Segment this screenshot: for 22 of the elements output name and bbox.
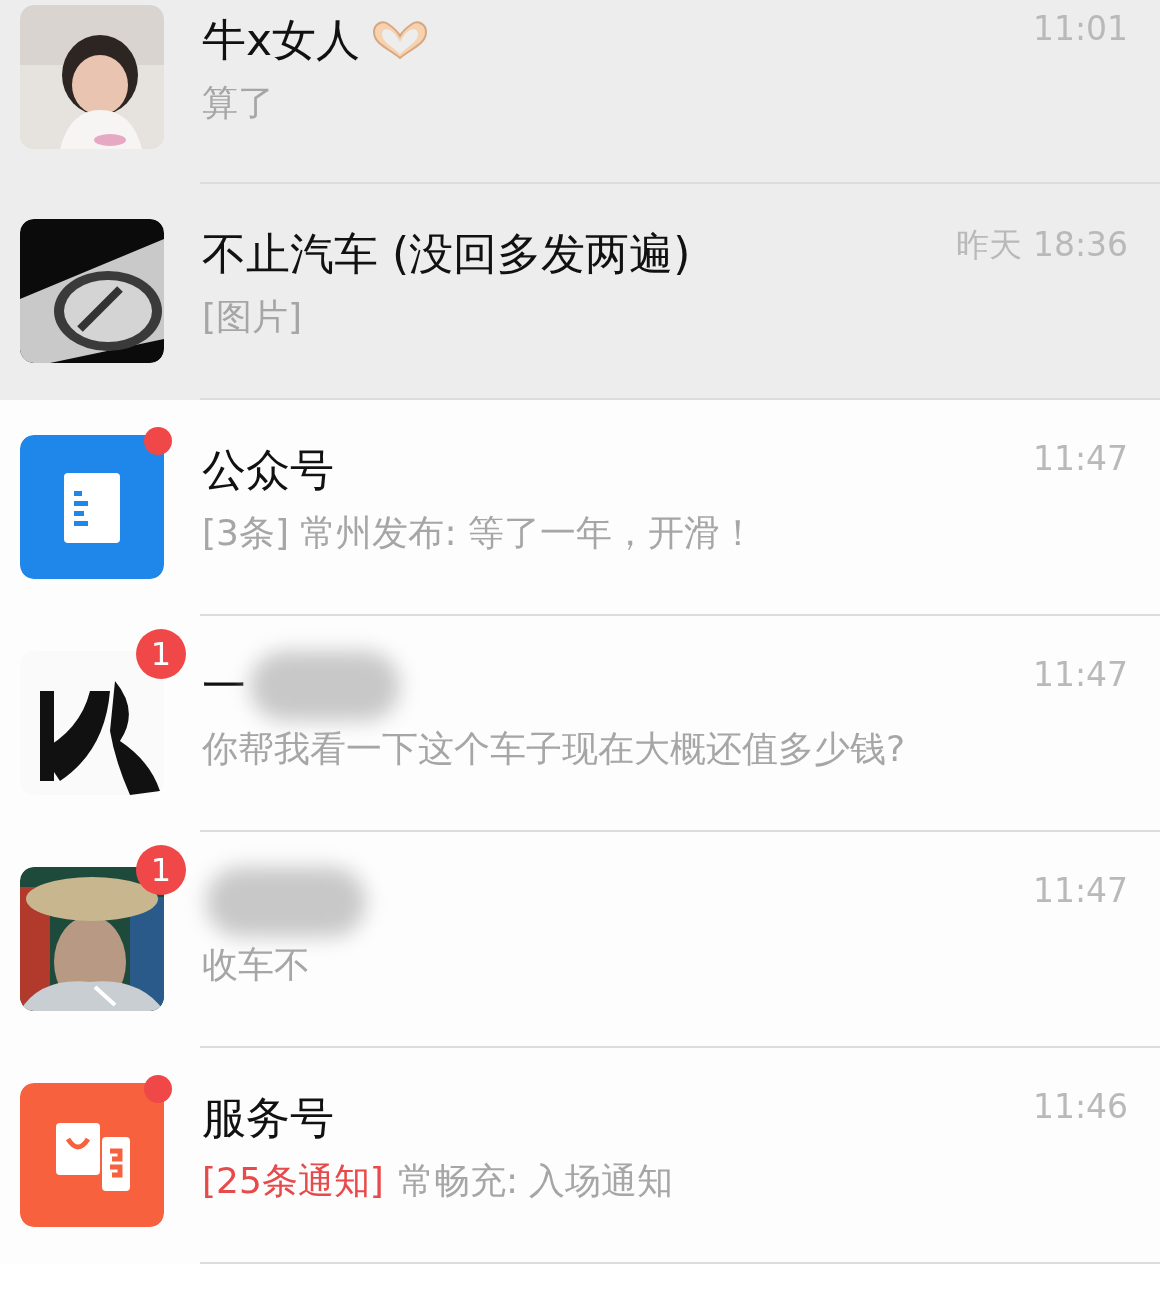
chat-name: 公众号 xyxy=(202,442,334,497)
unread-dot xyxy=(144,427,172,455)
message-preview: 常畅充: 入场通知 xyxy=(397,1159,674,1203)
message-time: 11:47 xyxy=(1032,654,1128,694)
notification-count: [25条通知] xyxy=(202,1159,384,1203)
shopping-bag-icon xyxy=(20,1083,164,1227)
message-preview: [图片] xyxy=(202,295,303,339)
chat-name: 不止汽车 (没回多发两遍) xyxy=(202,226,691,281)
chat-name: 一 xyxy=(202,658,246,713)
message-preview: 算了 xyxy=(202,81,274,125)
document-icon xyxy=(20,435,164,579)
unread-badge: 1 xyxy=(136,629,186,679)
chat-name: 牛x女人 xyxy=(202,12,361,67)
unread-dot xyxy=(144,1075,172,1103)
message-preview: 你帮我看一下这个车子现在大概还值多少钱? xyxy=(202,727,906,771)
message-time: 11:47 xyxy=(1032,870,1128,910)
chat-name: 服务号 xyxy=(202,1090,334,1145)
message-time: 11:46 xyxy=(1032,1086,1128,1126)
message-preview: 收车不 xyxy=(202,943,310,987)
message-preview: [3条] 常州发布: 等了一年，开滑！ xyxy=(202,511,756,555)
message-time: 11:47 xyxy=(1032,438,1128,478)
unread-badge: 1 xyxy=(136,845,186,895)
